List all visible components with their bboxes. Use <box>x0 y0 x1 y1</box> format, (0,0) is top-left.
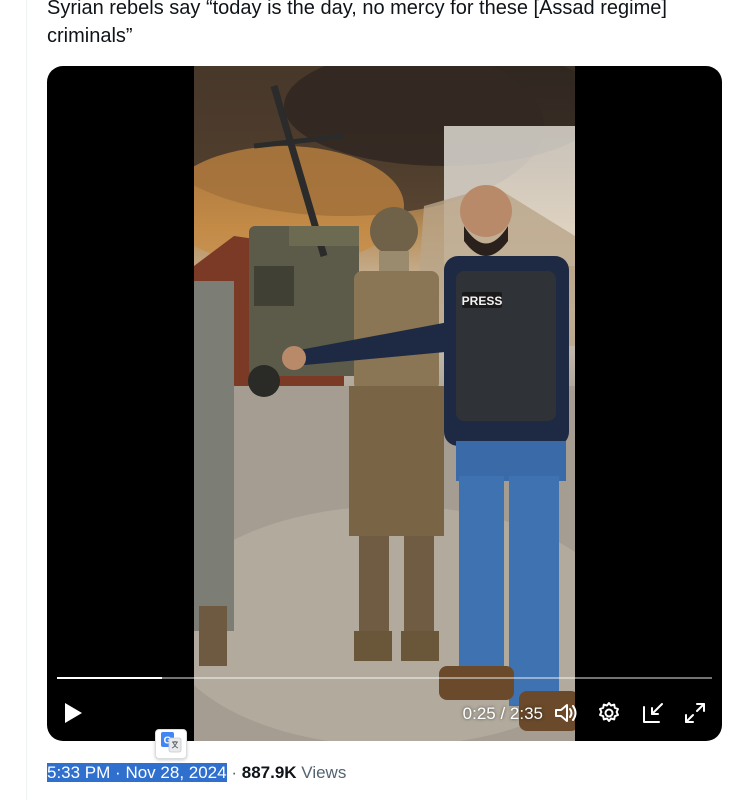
views-label: Views <box>301 763 347 782</box>
video-progress-bar[interactable] <box>57 677 712 679</box>
video-scene: PRESS <box>194 66 575 741</box>
fullscreen-icon <box>683 701 707 725</box>
fullscreen-button[interactable] <box>679 697 711 729</box>
gear-icon <box>597 701 621 725</box>
tweet-timestamp[interactable]: 5:33 PM · Nov 28, 2024 <box>47 763 227 782</box>
video-frame[interactable]: PRESS <box>194 66 575 741</box>
dock-button[interactable] <box>637 697 669 729</box>
tweet-date: Nov 28, 2024 <box>125 763 227 782</box>
volume-button[interactable] <box>550 697 582 729</box>
play-icon <box>63 702 83 724</box>
timeline-divider <box>26 0 27 800</box>
meta-separator: · <box>231 763 237 782</box>
video-player[interactable]: PRESS 0:25 / 2:35 <box>47 66 722 741</box>
settings-button[interactable] <box>593 697 625 729</box>
google-translate-icon: G <box>160 731 182 758</box>
video-progress-fill <box>57 677 163 679</box>
video-time: 0:25 / 2:35 <box>462 704 543 723</box>
press-label: PRESS <box>462 294 503 308</box>
tweet-meta: 5:33 PM · Nov 28, 2024 · 887.9K Views <box>47 760 346 786</box>
tweet-text: Syrian rebels say “today is the day, no … <box>47 0 667 47</box>
translate-button[interactable]: G <box>155 729 187 759</box>
volume-icon <box>554 702 578 724</box>
dock-icon <box>641 701 665 725</box>
views-count: 887.9K <box>241 763 297 782</box>
play-button[interactable] <box>57 697 89 729</box>
timestamp-separator: · <box>115 763 121 782</box>
tweet-time: 5:33 PM <box>47 763 111 782</box>
